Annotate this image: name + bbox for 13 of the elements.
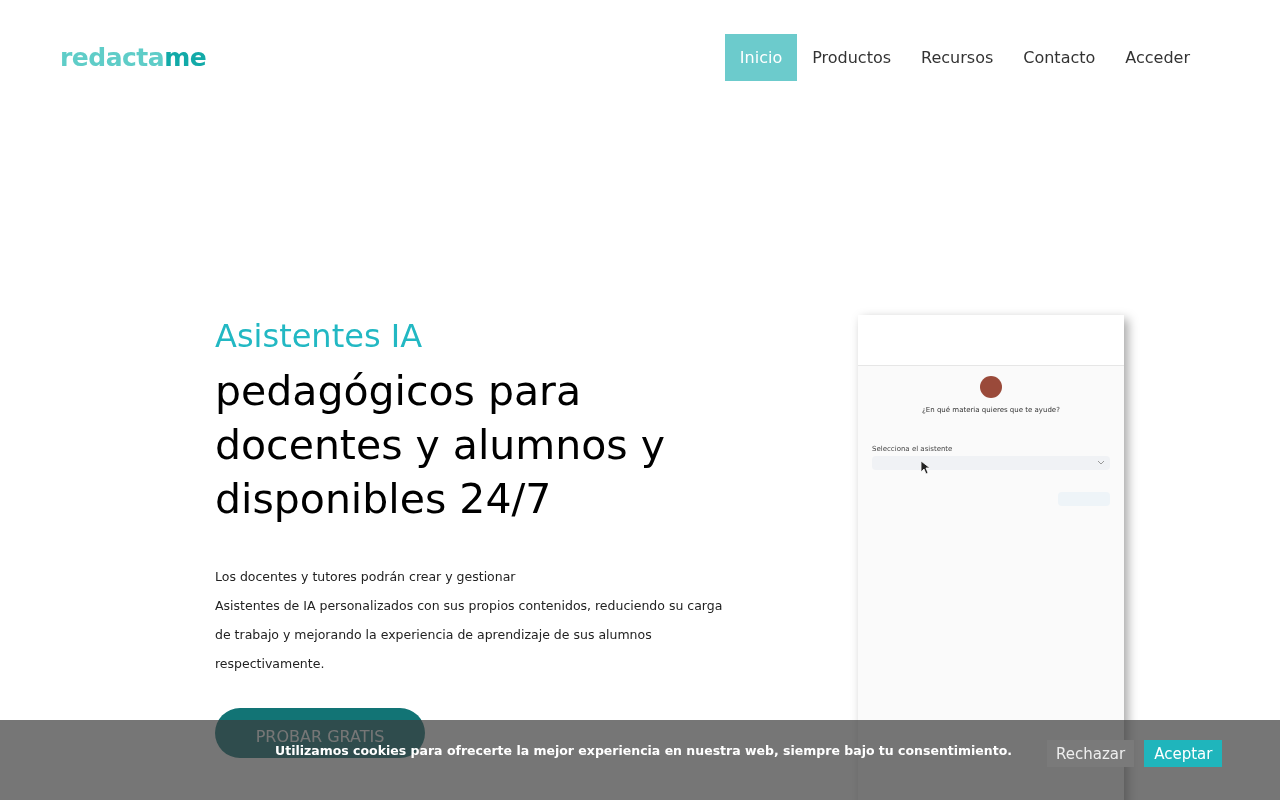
hero-paragraph: Los docentes y tutores podrán crear y gestionar <box>215 568 517 586</box>
cursor-icon <box>921 461 931 475</box>
reject-button[interactable]: Rechazar <box>1047 740 1135 767</box>
avatar <box>980 376 1002 398</box>
chevron-down-icon <box>1098 461 1104 465</box>
hero-paragraph: Asistentes de IA personalizados con sus propios contenidos, reduciendo su carga de trabajo y mejorando la experiencia de aprendizaje de sus alumnos respectivamente. <box>215 597 724 673</box>
nav-link[interactable]: Contacto <box>1008 34 1111 81</box>
hero-title: pedagógicos para docentes y alumnos y disponibles 24/7 <box>215 366 667 525</box>
cookie-message: Utilizamos cookies para ofrecerte la mejor experiencia en nuestra web, siempre bajo tu consentimiento. <box>275 743 1013 758</box>
nav-link[interactable]: Recursos <box>906 34 1009 81</box>
nav-link[interactable]: Acceder <box>1110 34 1205 81</box>
hero-kicker: Asistentes IA <box>215 316 424 357</box>
nav-link[interactable]: Productos <box>797 34 907 81</box>
